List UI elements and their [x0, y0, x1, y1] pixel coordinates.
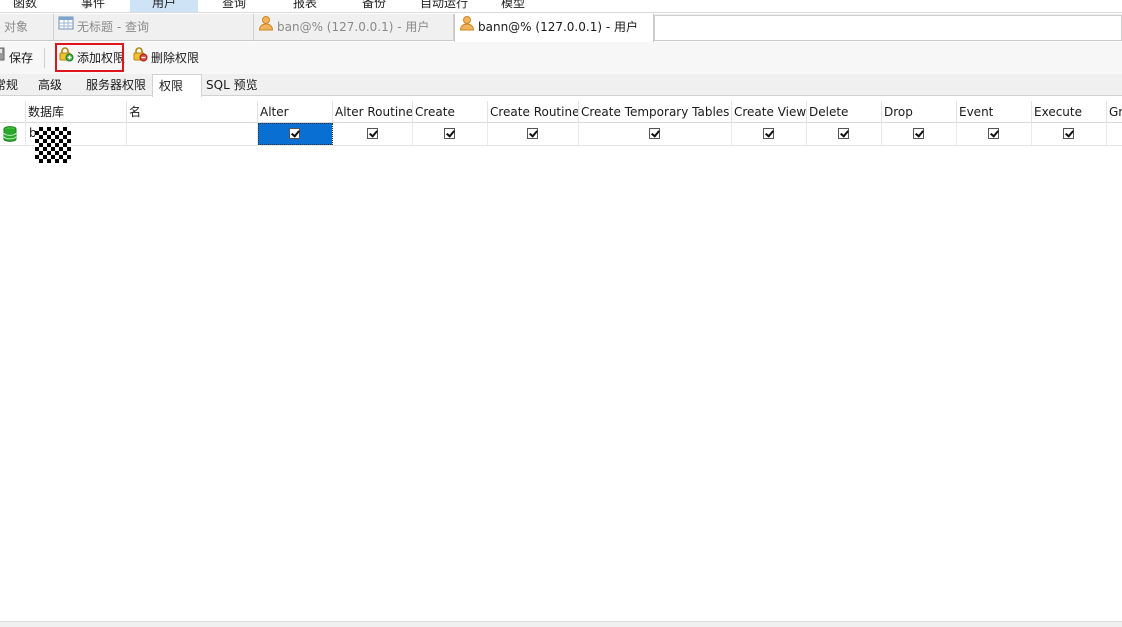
property-tab-bar: 常规 高级 服务器权限 权限 SQL 预览 [0, 74, 1122, 97]
save-label: 保存 [9, 51, 34, 65]
cell-create-view[interactable] [732, 123, 807, 145]
redacted-name-mosaic [35, 127, 71, 163]
column-header-name[interactable]: 名 [127, 101, 258, 123]
create-routine-checkbox[interactable] [527, 128, 538, 139]
delete-checkbox[interactable] [838, 128, 849, 139]
menu-events[interactable]: 事件 [62, 0, 124, 12]
menu-users[interactable]: 用户 [130, 0, 198, 12]
create-temporary-tables-checkbox[interactable] [649, 128, 660, 139]
row-indicator-header [0, 101, 26, 123]
save-button[interactable]: 保存 [0, 46, 33, 70]
tab-objects[interactable]: 对象 [0, 14, 54, 41]
column-header-create[interactable]: Create [413, 101, 488, 123]
column-header-delete[interactable]: Delete [807, 101, 882, 123]
editor-toolbar: 保存 添加权限 删除权限 [0, 42, 1122, 74]
execute-checkbox[interactable] [1063, 128, 1074, 139]
user-icon [258, 14, 274, 40]
delete-privilege-button[interactable]: 删除权限 [132, 46, 199, 70]
main-menu-strip: 函数 事件 用户 查询 报表 备份 自动运行 模型 [0, 0, 1122, 13]
column-header-alter[interactable]: Alter [258, 101, 333, 123]
row-indicator [0, 123, 26, 145]
table-row[interactable]: b [0, 123, 1122, 146]
tab-advanced[interactable]: 高级 [38, 74, 78, 96]
tab-privileges[interactable]: 权限 [152, 74, 202, 97]
menu-backup[interactable]: 备份 [344, 0, 404, 12]
menu-model[interactable]: 模型 [484, 0, 542, 12]
column-header-create-view[interactable]: Create View [732, 101, 807, 123]
column-header-create-temporary-tables[interactable]: Create Temporary Tables [579, 101, 732, 123]
create-checkbox[interactable] [444, 128, 455, 139]
tab-user-bann[interactable]: bann@% (127.0.0.1) - 用户 [454, 14, 654, 42]
cell-create-routine[interactable] [488, 123, 579, 145]
cell-execute[interactable] [1032, 123, 1107, 145]
cell-event[interactable] [957, 123, 1032, 145]
tab-user-ban-label: ban@% (127.0.0.1) - 用户 [277, 20, 430, 34]
tab-query-label: 无标题 - 查询 [77, 20, 149, 34]
cell-alter-routine[interactable] [333, 123, 413, 145]
status-strip [0, 621, 1122, 627]
add-lock-icon [58, 46, 74, 70]
add-privilege-label: 添加权限 [77, 51, 126, 65]
tab-user-ban[interactable]: ban@% (127.0.0.1) - 用户 [254, 14, 454, 41]
drop-checkbox[interactable] [913, 128, 924, 139]
column-header-database[interactable]: 数据库 [26, 101, 127, 123]
cell-alter[interactable] [258, 123, 333, 145]
tab-user-bann-label: bann@% (127.0.0.1) - 用户 [478, 20, 638, 34]
save-icon [0, 46, 6, 70]
menu-functions[interactable]: 函数 [0, 0, 50, 12]
menu-reports[interactable]: 报表 [276, 0, 334, 12]
cell-drop[interactable] [882, 123, 957, 145]
tab-untitled-query[interactable]: 无标题 - 查询 [54, 14, 254, 41]
tab-bar-empty-area [654, 15, 1122, 40]
cell-name[interactable] [127, 123, 258, 145]
column-header-event[interactable]: Event [957, 101, 1032, 123]
toolbar-separator [44, 48, 45, 68]
column-header-execute[interactable]: Execute [1032, 101, 1107, 123]
cell-grant[interactable] [1107, 123, 1122, 145]
alter-checkbox[interactable] [289, 128, 300, 139]
query-table-icon [58, 14, 74, 40]
menu-automation[interactable]: 自动运行 [414, 0, 474, 12]
column-header-create-routine[interactable]: Create Routine [488, 101, 579, 123]
cell-delete[interactable] [807, 123, 882, 145]
column-header-alter-routine[interactable]: Alter Routine [333, 101, 413, 123]
grid-header-row: 数据库 名 Alter Alter Routine Create Create … [0, 101, 1122, 123]
tab-server-privileges[interactable]: 服务器权限 [86, 74, 152, 96]
create-view-checkbox[interactable] [763, 128, 774, 139]
database-icon [3, 126, 17, 145]
add-privilege-button[interactable]: 添加权限 [58, 46, 125, 70]
event-checkbox[interactable] [988, 128, 999, 139]
tab-general[interactable]: 常规 [0, 74, 30, 96]
alter-routine-checkbox[interactable] [367, 128, 378, 139]
cell-create[interactable] [413, 123, 488, 145]
delete-lock-icon [132, 46, 148, 70]
menu-query[interactable]: 查询 [204, 0, 264, 12]
tab-sql-preview[interactable]: SQL 预览 [206, 74, 270, 96]
cell-create-temporary-tables[interactable] [579, 123, 732, 145]
privileges-grid: 数据库 名 Alter Alter Routine Create Create … [0, 101, 1122, 146]
delete-privilege-label: 删除权限 [151, 51, 200, 65]
tab-objects-label: 对象 [4, 20, 29, 34]
user-icon [459, 14, 475, 40]
column-header-grant[interactable]: Gr [1107, 101, 1122, 123]
column-header-drop[interactable]: Drop [882, 101, 957, 123]
document-tab-bar: 对象 无标题 - 查询 ban@% (127.0.0.1) - 用户 bann@… [0, 14, 1122, 42]
